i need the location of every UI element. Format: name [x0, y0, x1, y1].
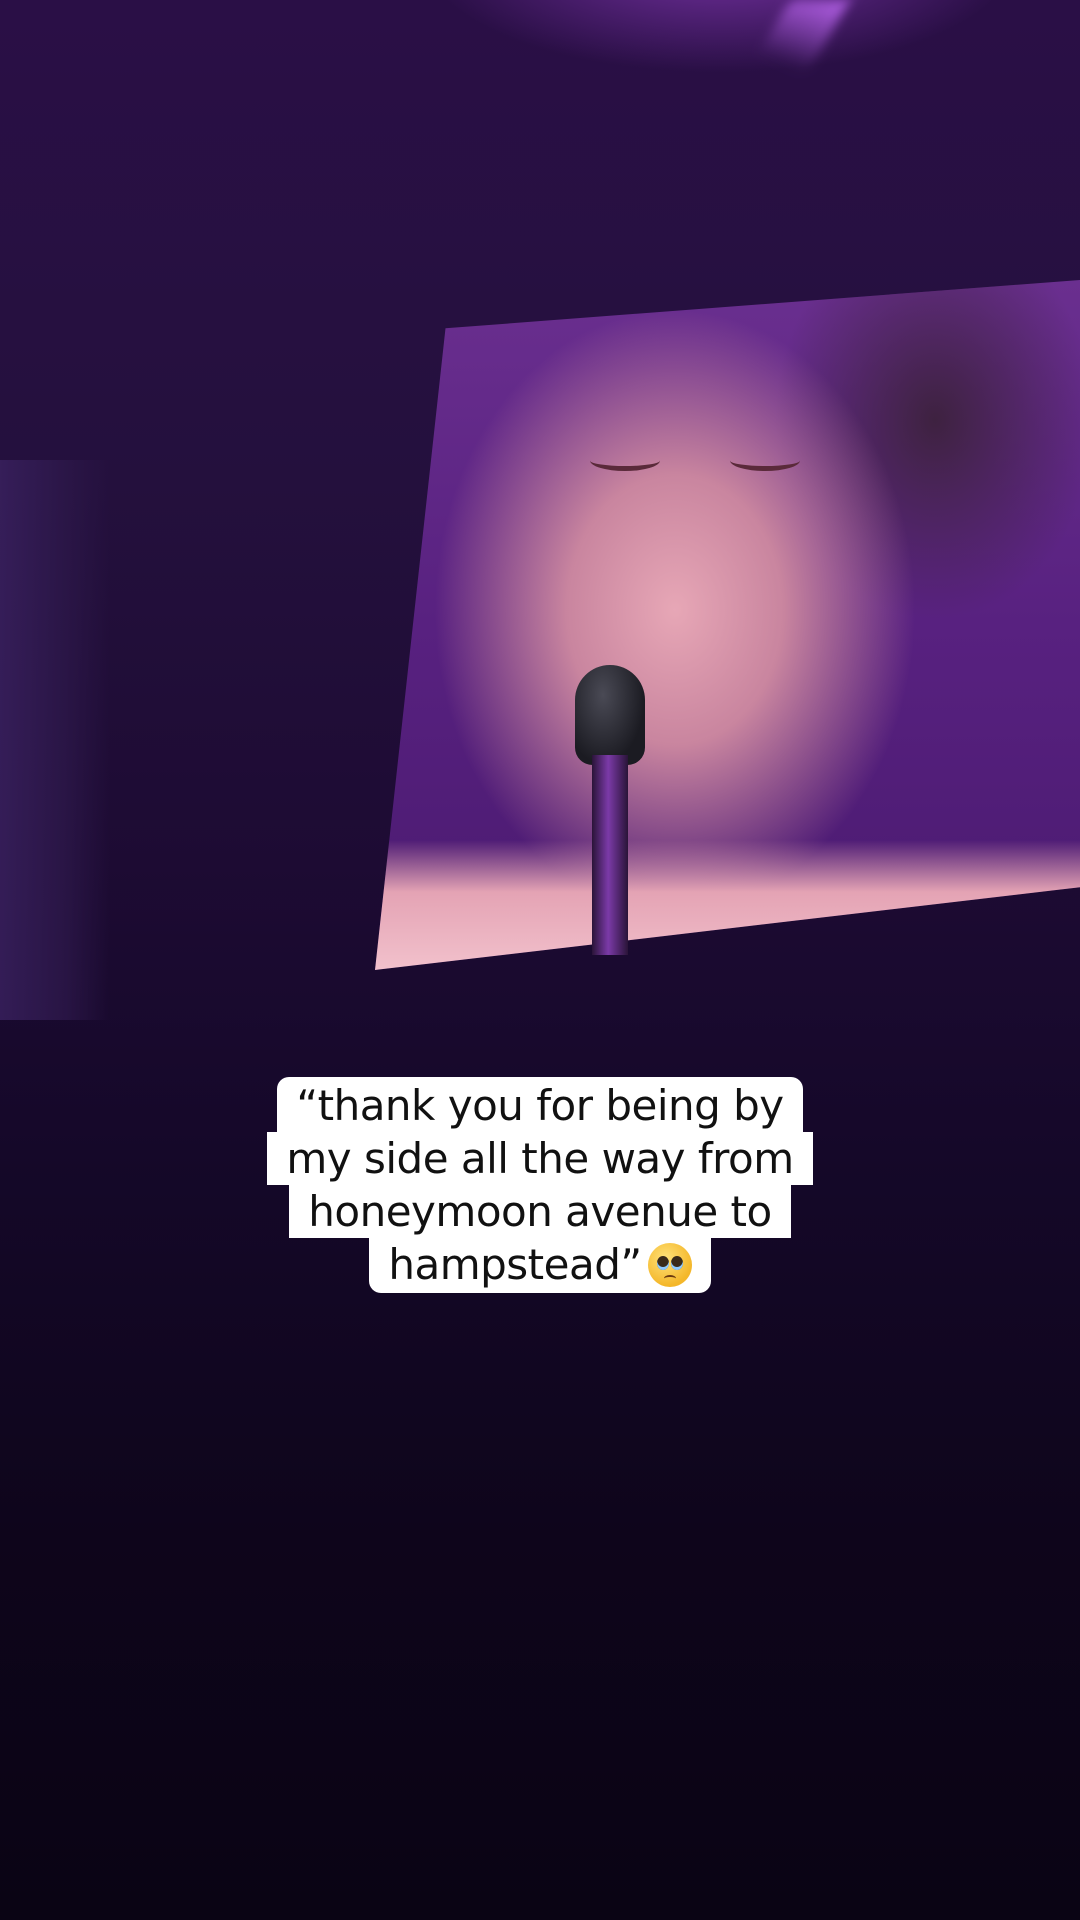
caption-line-4-text: hampstead” [388, 1240, 642, 1289]
caption-line-3: honeymoon avenue to [289, 1185, 791, 1238]
concert-screen-image [375, 280, 1080, 970]
microphone [565, 665, 655, 955]
microphone-stand [592, 755, 628, 955]
caption-line-4: hampstead” [369, 1238, 711, 1293]
caption-overlay: “thank you for being by my side all the … [0, 1077, 1080, 1293]
closed-eye-right [730, 450, 800, 471]
side-screen-glow [0, 460, 110, 1020]
caption-line-2: my side all the way from [267, 1132, 813, 1185]
closed-eye-left [590, 450, 660, 471]
singer-shoulder [375, 840, 1080, 970]
stage-light [749, 0, 851, 70]
caption-line-1: “thank you for being by [277, 1077, 803, 1132]
pleading-face-emoji-icon [647, 1242, 692, 1287]
microphone-head [575, 665, 645, 765]
video-frame[interactable]: “thank you for being by my side all the … [0, 0, 1080, 1920]
